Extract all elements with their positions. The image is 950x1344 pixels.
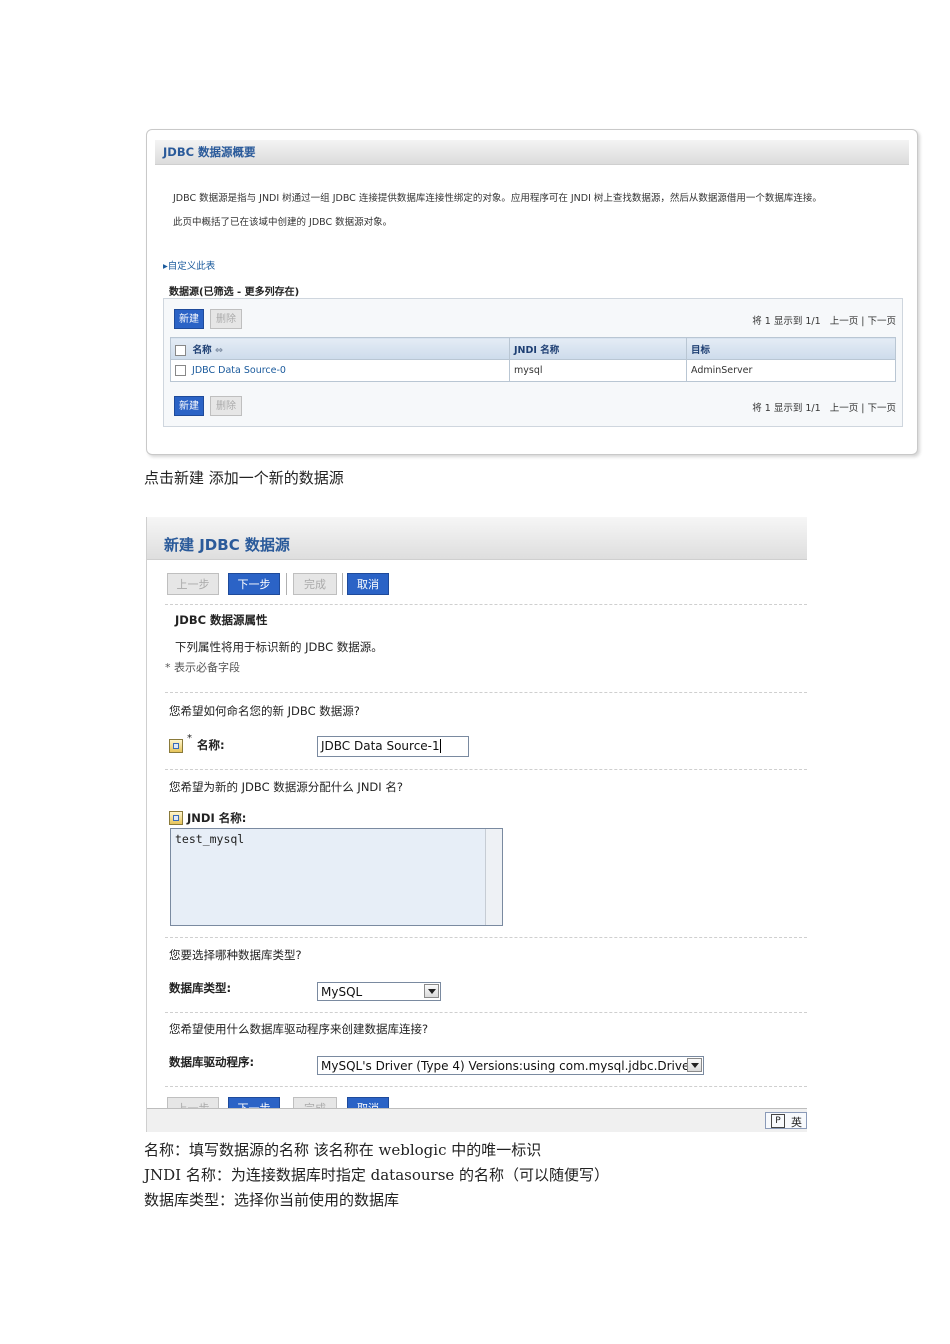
- divider: [165, 1012, 807, 1013]
- next-page-link[interactable]: 下一页: [867, 403, 896, 414]
- jndi-textarea-value: test_mysql: [175, 832, 245, 846]
- required-note: * 表示必备字段: [165, 661, 240, 674]
- sort-icon: ⇔: [214, 344, 223, 356]
- dbtype-question: 您要选择哪种数据库类型?: [169, 948, 302, 962]
- row-target-cell: AdminServer: [686, 359, 896, 382]
- datasource-summary-screenshot: JDBC 数据源概要 JDBC 数据源是指与 JNDI 树通过一组 JDBC 连…: [146, 129, 918, 455]
- taskbar-strip: P 英: [147, 1108, 807, 1132]
- driver-question: 您希望使用什么数据库驱动程序来创建数据库连接?: [169, 1022, 429, 1036]
- button-separator: [286, 573, 287, 595]
- new-datasource-screenshot: 新建 JDBC 数据源 上一步 下一步 完成 取消 JDBC 数据源属性 下列属…: [146, 517, 807, 1132]
- summary-title: JDBC 数据源概要: [163, 145, 256, 159]
- datasource-table-container: 新建 删除 将 1 显示到 1/1 上一页 | 下一页 名称 ⇔ JNDI 名称…: [163, 298, 903, 427]
- table-header-row: 名称 ⇔ JNDI 名称 目标: [170, 337, 896, 360]
- summary-description-1: JDBC 数据源是指与 JNDI 树通过一组 JDBC 连接提供数据库连接性绑定…: [173, 193, 822, 204]
- field-help-icon: [169, 739, 183, 753]
- summary-title-bar: JDBC 数据源概要: [155, 140, 909, 165]
- divider: [165, 937, 807, 938]
- customize-table-link[interactable]: ▸自定义此表: [163, 258, 215, 272]
- name-column-header[interactable]: 名称 ⇔: [170, 337, 510, 360]
- back-button[interactable]: 上一步: [167, 573, 219, 595]
- wizard-title-bar: 新建 JDBC 数据源: [147, 517, 807, 560]
- driver-select-value: MySQL's Driver (Type 4) Versions:using c…: [321, 1059, 695, 1073]
- divider: [165, 769, 807, 770]
- note-jndi: JNDI 名称：为连接数据库时指定 datasourse 的名称（可以随便写）: [144, 1166, 610, 1184]
- wizard-title: 新建 JDBC 数据源: [164, 536, 290, 554]
- caption-click-new: 点击新建 添加一个新的数据源: [144, 469, 344, 487]
- prev-page-link[interactable]: 上一页: [830, 316, 859, 327]
- required-star: *: [187, 733, 192, 744]
- driver-select[interactable]: MySQL's Driver (Type 4) Versions:using c…: [317, 1056, 704, 1075]
- pager-info: 将 1 显示到 1/1: [752, 403, 821, 414]
- datasource-table-title: 数据源(已筛选 - 更多列存在): [169, 287, 300, 298]
- next-button[interactable]: 下一步: [228, 573, 280, 595]
- select-all-checkbox[interactable]: [175, 344, 186, 356]
- dbtype-select[interactable]: MySQL: [317, 982, 441, 1001]
- button-separator: [342, 573, 343, 595]
- customize-table-label: 自定义此表: [167, 261, 216, 272]
- name-question: 您希望如何命名您的新 JDBC 数据源?: [169, 704, 360, 718]
- datasource-table: 名称 ⇔ JNDI 名称 目标 JDBC Data Source-0 mysql…: [170, 337, 896, 382]
- divider: [165, 604, 807, 605]
- dbtype-label: 数据库类型:: [169, 981, 232, 995]
- name-column-label: 名称: [192, 344, 212, 356]
- driver-label: 数据库驱动程序:: [169, 1055, 255, 1069]
- delete-button-bottom[interactable]: 删除: [210, 396, 242, 416]
- note-dbtype: 数据库类型：选择你当前使用的数据库: [144, 1191, 400, 1209]
- new-button-bottom[interactable]: 新建: [174, 396, 204, 416]
- ime-icon: P: [771, 1114, 785, 1128]
- summary-description-2: 此页中概括了已在该域中创建的 JDBC 数据源对象。: [173, 217, 393, 228]
- name-input[interactable]: JDBC Data Source-1​: [317, 736, 469, 757]
- finish-button[interactable]: 完成: [293, 573, 337, 595]
- chevron-down-icon[interactable]: [687, 1058, 702, 1072]
- section-description: 下列属性将用于标识新的 JDBC 数据源。: [175, 640, 383, 654]
- jndi-scrollbar[interactable]: [485, 829, 502, 925]
- prev-page-link[interactable]: 上一页: [830, 403, 859, 414]
- jndi-column-header[interactable]: JNDI 名称: [509, 337, 687, 360]
- chevron-down-icon[interactable]: [424, 984, 439, 998]
- field-help-icon: [169, 811, 183, 825]
- name-input-value: JDBC Data Source-1: [321, 739, 440, 753]
- ime-language-label: 英: [791, 1116, 802, 1129]
- row-jndi-cell: mysql: [509, 359, 687, 382]
- table-row: JDBC Data Source-0 mysql AdminServer: [170, 359, 896, 382]
- divider: [165, 692, 807, 693]
- row-name-cell[interactable]: JDBC Data Source-0: [170, 359, 510, 382]
- row-name-link[interactable]: JDBC Data Source-0: [192, 365, 286, 376]
- name-label: 名称:: [197, 738, 225, 752]
- divider: [165, 1086, 807, 1087]
- pager-top: 将 1 显示到 1/1 上一页 | 下一页: [752, 316, 896, 327]
- pager-info: 将 1 显示到 1/1: [752, 316, 821, 327]
- note-name: 名称：填写数据源的名称 该名称在 weblogic 中的唯一标识: [144, 1141, 542, 1159]
- jndi-label: JNDI 名称:: [187, 811, 247, 825]
- delete-button-top[interactable]: 删除: [210, 309, 242, 329]
- row-checkbox[interactable]: [175, 365, 186, 376]
- pager-bottom: 将 1 显示到 1/1 上一页 | 下一页: [752, 403, 896, 414]
- jndi-question: 您希望为新的 JDBC 数据源分配什么 JNDI 名?: [169, 780, 403, 794]
- cancel-button[interactable]: 取消: [347, 573, 389, 595]
- jndi-textarea[interactable]: test_mysql: [170, 828, 503, 926]
- new-button-top[interactable]: 新建: [174, 309, 204, 329]
- ime-indicator[interactable]: P 英: [765, 1112, 807, 1129]
- section-title: JDBC 数据源属性: [175, 613, 268, 627]
- target-column-header[interactable]: 目标: [686, 337, 896, 360]
- next-page-link[interactable]: 下一页: [867, 316, 896, 327]
- dbtype-select-value: MySQL: [321, 985, 363, 999]
